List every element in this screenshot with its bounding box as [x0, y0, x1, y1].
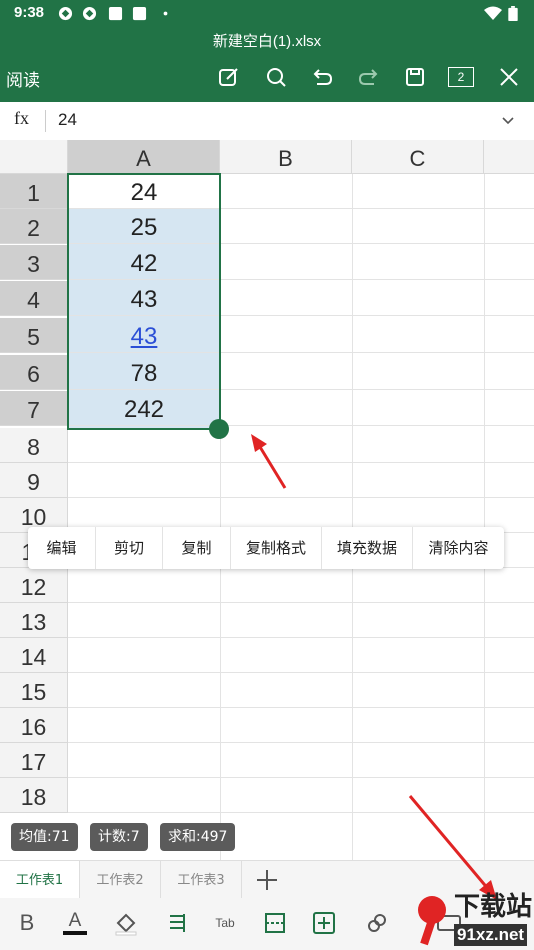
insert-row-icon[interactable]	[262, 910, 288, 936]
redo-icon	[358, 69, 378, 85]
add-sheet-icon[interactable]	[252, 865, 282, 895]
window-switcher-button[interactable]: 2	[446, 62, 476, 92]
menu-item-copy[interactable]: 复制	[163, 527, 231, 569]
menu-item-clear-content[interactable]: 清除内容	[413, 527, 504, 569]
row-header-9[interactable]: 9	[0, 463, 68, 498]
selection-drag-handle[interactable]	[209, 419, 229, 439]
tab-sheet-2[interactable]: 工作表2	[80, 861, 161, 899]
search-button[interactable]	[261, 62, 291, 92]
undo-icon	[313, 69, 333, 85]
tab-sheet-3[interactable]: 工作表3	[161, 861, 242, 899]
wifi-icon	[484, 6, 502, 20]
grid-row-line	[68, 602, 534, 603]
row-header-5[interactable]: 5	[0, 318, 68, 353]
count-badge: 计数:7	[90, 823, 148, 851]
row-header-8[interactable]: 8	[0, 428, 68, 463]
font-color-button[interactable]: A	[62, 910, 88, 936]
row-header-1[interactable]: 1	[0, 174, 68, 209]
watermark-site: 91xz.net	[454, 924, 528, 946]
sum-badge: 求和:497	[160, 823, 236, 851]
grid-row-line	[68, 672, 534, 673]
grid-row-line	[68, 462, 534, 463]
font-color-label: A	[68, 910, 82, 931]
site-watermark: 下载站 91xz.net	[414, 886, 534, 950]
grid-row-line	[68, 777, 534, 778]
sync-icon	[58, 6, 73, 21]
undo-button[interactable]	[307, 62, 337, 92]
close-icon	[500, 68, 518, 86]
column-header-a[interactable]: A	[68, 140, 220, 174]
tab-sheet-1[interactable]: 工作表1	[0, 861, 80, 899]
more-notifications-icon	[163, 11, 168, 16]
fill-color-icon[interactable]	[113, 910, 139, 936]
redo-button[interactable]	[354, 62, 384, 92]
row-header-17[interactable]: 17	[0, 743, 68, 778]
row-header-7[interactable]: 7	[0, 391, 68, 426]
grid-row-line	[68, 707, 534, 708]
row-header-14[interactable]: 14	[0, 638, 68, 673]
battery-icon	[508, 6, 518, 21]
save-icon	[406, 68, 424, 86]
row-header-3[interactable]: 3	[0, 245, 68, 280]
menu-item-edit[interactable]: 编辑	[28, 527, 96, 569]
close-button[interactable]	[494, 62, 524, 92]
grid-row-line	[68, 497, 534, 498]
watermark-brand: 下载站	[454, 892, 533, 922]
row-header-2[interactable]: 2	[0, 209, 68, 244]
sync-icon	[82, 6, 97, 21]
window-count: 2	[448, 67, 474, 87]
save-button[interactable]	[400, 62, 430, 92]
average-badge: 均值:71	[11, 823, 78, 851]
row-header-6[interactable]: 6	[0, 355, 68, 390]
formula-divider	[45, 110, 46, 132]
row-header-4[interactable]: 4	[0, 281, 68, 316]
context-menu: 编辑 剪切 复制 复制格式 填充数据 清除内容	[28, 527, 504, 569]
bold-button[interactable]: B	[14, 910, 40, 936]
search-icon	[267, 68, 286, 87]
read-mode-button[interactable]: 阅读	[6, 66, 40, 91]
column-header-d[interactable]	[484, 140, 534, 174]
select-all-corner[interactable]	[0, 140, 68, 174]
watermark-logo-icon	[418, 896, 446, 946]
grid-row-line	[68, 742, 534, 743]
column-header-b[interactable]: B	[220, 140, 352, 174]
app-notification-icon	[108, 6, 123, 21]
formula-bar: fx 24	[0, 102, 534, 141]
grid-row-line	[68, 637, 534, 638]
row-header-12[interactable]: 12	[0, 568, 68, 603]
align-icon[interactable]	[164, 910, 190, 936]
formula-input[interactable]: 24	[58, 110, 77, 130]
app-header: 新建空白(1).xlsx 阅读 2	[0, 28, 534, 102]
row-header-13[interactable]: 13	[0, 603, 68, 638]
menu-item-fill-data[interactable]: 填充数据	[322, 527, 413, 569]
fx-label: fx	[14, 108, 29, 128]
selection-border	[67, 173, 221, 430]
row-header-16[interactable]: 16	[0, 708, 68, 743]
link-icon[interactable]	[364, 910, 390, 936]
menu-item-copy-format[interactable]: 复制格式	[231, 527, 322, 569]
status-time: 9:38	[14, 4, 45, 21]
column-header-c[interactable]: C	[352, 140, 484, 174]
font-color-swatch	[63, 931, 87, 935]
edit-button[interactable]	[214, 62, 244, 92]
grid-column-line	[352, 174, 353, 860]
document-title: 新建空白(1).xlsx	[212, 33, 322, 50]
annotation-arrow	[251, 434, 287, 489]
app-notification-icon	[132, 6, 147, 21]
status-bar: 9:38	[0, 0, 534, 28]
grid-column-line	[484, 174, 485, 860]
insert-icon[interactable]	[311, 910, 337, 936]
tab-key-button[interactable]: Tab	[210, 910, 240, 936]
row-header-18[interactable]: 18	[0, 778, 68, 813]
spreadsheet-grid[interactable]: A B C 123456789101112131415161718 24 25 …	[0, 140, 534, 860]
edit-icon	[219, 68, 238, 86]
menu-item-cut[interactable]: 剪切	[96, 527, 163, 569]
chevron-down-icon[interactable]	[498, 110, 518, 130]
row-header-15[interactable]: 15	[0, 673, 68, 708]
